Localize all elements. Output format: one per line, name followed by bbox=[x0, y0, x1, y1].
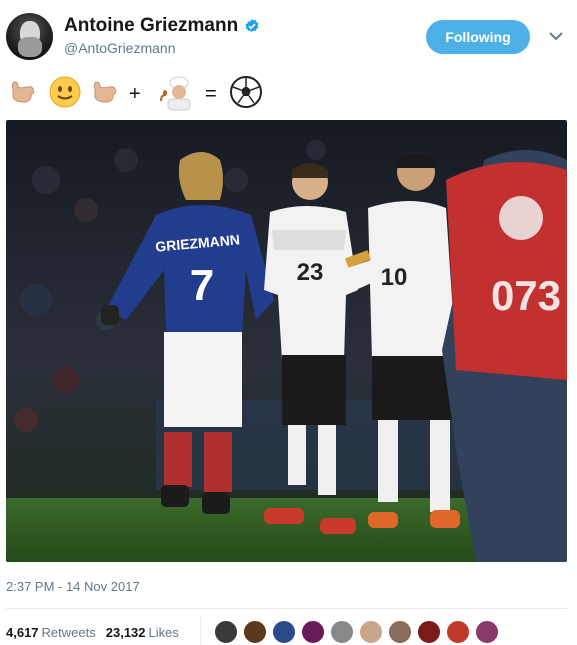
cook-emoji-icon bbox=[160, 76, 191, 111]
plus-sign: + bbox=[129, 83, 141, 105]
author-name-row: Antoine Griezmann bbox=[64, 15, 260, 37]
author-handle[interactable]: @AntoGriezmann bbox=[64, 40, 175, 56]
likes-label: Likes bbox=[148, 625, 179, 640]
jersey-number-10: 10 bbox=[381, 264, 408, 291]
liker-avatar[interactable] bbox=[330, 620, 354, 644]
liker-avatar[interactable] bbox=[388, 620, 412, 644]
tweet-stats: 4,617 Retweets 23,132 Likes bbox=[6, 625, 179, 640]
avatar-hands bbox=[18, 37, 42, 57]
likes-count: 23,132 bbox=[105, 625, 146, 640]
liker-avatar[interactable] bbox=[243, 620, 267, 644]
slightly-smiling-face-emoji-icon bbox=[49, 76, 81, 108]
likes-stat[interactable]: 23,132 Likes bbox=[106, 625, 179, 640]
divider bbox=[6, 608, 567, 609]
liker-avatars bbox=[214, 620, 504, 644]
retweets-count: 4,617 bbox=[6, 625, 39, 640]
liker-avatar[interactable] bbox=[446, 620, 470, 644]
verified-badge-icon bbox=[245, 19, 259, 32]
tweet-text: + = bbox=[6, 75, 306, 111]
soccer-ball-emoji-icon bbox=[230, 76, 262, 108]
tweet-photo[interactable]: GRIEZMANN 7 23 10 073 bbox=[6, 120, 567, 562]
chevron-down-icon[interactable] bbox=[549, 31, 563, 41]
liker-avatar[interactable] bbox=[475, 620, 499, 644]
author-name[interactable]: Antoine Griezmann bbox=[64, 15, 238, 37]
call-me-hand-emoji-icon bbox=[11, 81, 35, 103]
football-photo-illustration: GRIEZMANN 7 23 10 073 bbox=[6, 120, 567, 562]
retweets-label: Retweets bbox=[41, 625, 96, 640]
following-button[interactable]: Following bbox=[426, 20, 530, 54]
retweets-stat[interactable]: 4,617 Retweets bbox=[6, 625, 96, 640]
liker-avatar[interactable] bbox=[272, 620, 296, 644]
liker-avatar[interactable] bbox=[417, 620, 441, 644]
liker-avatar[interactable] bbox=[301, 620, 325, 644]
tweet-timestamp[interactable]: 2:37 PM - 14 Nov 2017 bbox=[6, 579, 140, 594]
stats-separator bbox=[200, 617, 201, 645]
liker-avatar[interactable] bbox=[214, 620, 238, 644]
call-me-hand-emoji-icon bbox=[93, 81, 117, 103]
avatar[interactable] bbox=[6, 13, 53, 60]
vest-number: 073 bbox=[491, 272, 561, 319]
liker-avatar[interactable] bbox=[359, 620, 383, 644]
equals-sign: = bbox=[205, 83, 217, 105]
jersey-number-7: 7 bbox=[190, 261, 214, 310]
